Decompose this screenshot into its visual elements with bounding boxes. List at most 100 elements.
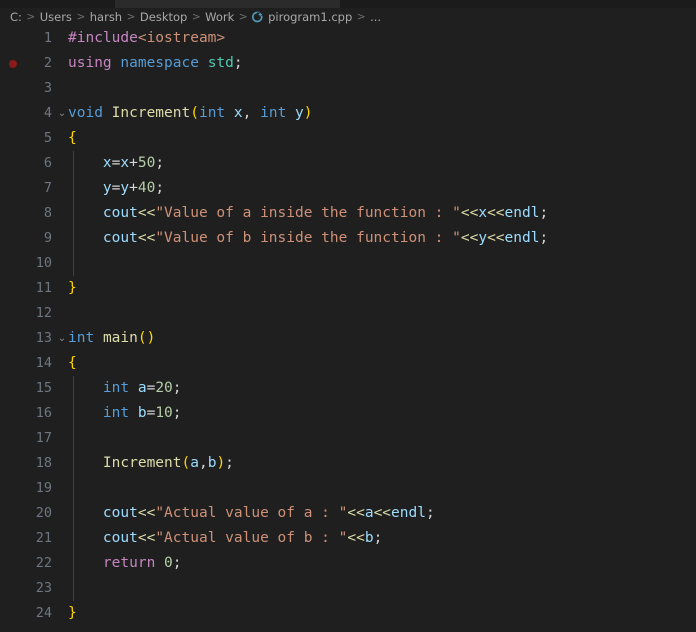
code-line[interactable]: 7 y=y+40; (0, 176, 696, 201)
code-token: } (68, 280, 77, 296)
code-line-text: int b=10; (68, 401, 182, 426)
code-line[interactable]: 14 { (0, 351, 696, 376)
indent-guide (73, 251, 74, 276)
code-token: + (129, 155, 138, 171)
code-token: y (120, 180, 130, 196)
code-line[interactable]: 1 #include<iostream> (0, 26, 696, 51)
code-token: int (102, 405, 130, 421)
breadcrumb-item-label: Users (39, 10, 72, 24)
code-token: << (137, 230, 156, 246)
breadcrumb-item-harsh[interactable]: harsh (90, 10, 122, 24)
breadcrumb-item-[interactable]: ... (370, 10, 381, 24)
code-token: std (207, 55, 234, 71)
code-token: a (137, 380, 147, 396)
breadcrumb-item-users[interactable]: Users (40, 10, 72, 24)
code-line[interactable]: 19 (0, 476, 696, 501)
breadcrumb-item-work[interactable]: Work (205, 10, 234, 24)
code-line-text: return 0; (68, 551, 182, 576)
code-line[interactable]: 24} (0, 601, 696, 626)
indent-guide (73, 426, 74, 451)
active-tab-band[interactable] (115, 0, 340, 8)
code-line[interactable]: 9 cout<<"Value of b inside the function … (0, 226, 696, 251)
line-number: 11 (35, 280, 52, 296)
line-number: 17 (35, 430, 52, 446)
code-token: y (295, 105, 304, 121)
code-line[interactable]: 16 int b=10; (0, 401, 696, 426)
code-line[interactable]: 10 (0, 251, 696, 276)
code-line[interactable]: 8 cout<<"Value of a inside the function … (0, 201, 696, 226)
code-line[interactable]: 12 (0, 301, 696, 326)
line-number: 5 (43, 130, 52, 146)
code-line[interactable]: 11} (0, 276, 696, 301)
code-line[interactable]: 2 using namespace std; (0, 51, 696, 76)
line-number: 8 (43, 205, 52, 221)
code-editor[interactable]: 1 #include<iostream> 2 using namespace std;… (0, 26, 696, 632)
code-token: a (190, 455, 199, 471)
code-line-text: cout<<"Actual value of a : "<<a<<endl; (68, 501, 435, 526)
code-line[interactable]: 6 x=x+50; (0, 151, 696, 176)
line-number: 4 (43, 105, 52, 121)
indent-guide (73, 576, 74, 601)
line-number: 2 (43, 55, 52, 71)
code-line[interactable]: 13 ⌄ int main() (0, 326, 696, 351)
code-token: << (460, 205, 479, 221)
code-line[interactable]: 21 cout<<"Actual value of b : "<<b; (0, 526, 696, 551)
breadcrumb-item-desktop[interactable]: Desktop (140, 10, 187, 24)
breadcrumb-separator: > (238, 11, 248, 23)
code-line[interactable]: 5{ (0, 126, 696, 151)
code-token: y (478, 230, 488, 246)
code-line[interactable]: 23 (0, 576, 696, 601)
breadcrumb-separator: > (76, 11, 86, 23)
code-token: void (68, 105, 103, 121)
line-number: 12 (35, 305, 52, 321)
code-token: ; (172, 380, 182, 396)
code-token: ) (303, 105, 313, 121)
code-line-text: x=x+50; (68, 151, 164, 176)
code-line[interactable]: 22 return 0; (0, 551, 696, 576)
code-token: return (102, 555, 156, 571)
code-token: cout (102, 530, 138, 546)
code-line[interactable]: 3 (0, 76, 696, 101)
code-line[interactable]: 20 cout<<"Actual value of a : "<<a<<endl… (0, 501, 696, 526)
code-line[interactable]: 4 ⌄ void Increment(int x, int y) (0, 101, 696, 126)
code-token: endl (391, 505, 426, 521)
code-line[interactable]: 18 Increment(a,b); (0, 451, 696, 476)
breadcrumb-item-label: ... (370, 10, 382, 24)
code-token: int (260, 105, 287, 121)
code-token: x (478, 205, 488, 221)
code-token: ( (181, 455, 191, 471)
breadcrumb-item-c[interactable]: C: (10, 10, 22, 24)
code-token: cout (102, 230, 138, 246)
line-number: 6 (43, 155, 52, 171)
code-token: ; (233, 55, 243, 71)
code-token: "Value of b inside the function : " (155, 230, 461, 246)
code-token: ( (190, 105, 199, 121)
breadcrumb-item-label: C: (10, 10, 22, 24)
chevron-down-icon[interactable]: ⌄ (56, 101, 68, 126)
code-line[interactable]: 17 (0, 426, 696, 451)
code-line[interactable]: 15 int a=20; (0, 376, 696, 401)
code-token: cout (102, 505, 138, 521)
code-token: { (68, 130, 77, 146)
line-number: 9 (43, 230, 52, 246)
code-token: 10 (155, 405, 173, 421)
line-number: 18 (35, 455, 52, 471)
code-token: namespace (120, 55, 199, 71)
line-number: 14 (35, 355, 52, 371)
chevron-down-icon[interactable]: ⌄ (56, 326, 68, 351)
breadcrumb-item-pirogram1-cpp[interactable]: pirogram1.cpp (252, 10, 352, 24)
breadcrumb[interactable]: C: > Users > harsh > Desktop > Work > pirogram1.cp… (0, 8, 696, 26)
code-token: b (137, 405, 147, 421)
code-token: x (102, 155, 112, 171)
